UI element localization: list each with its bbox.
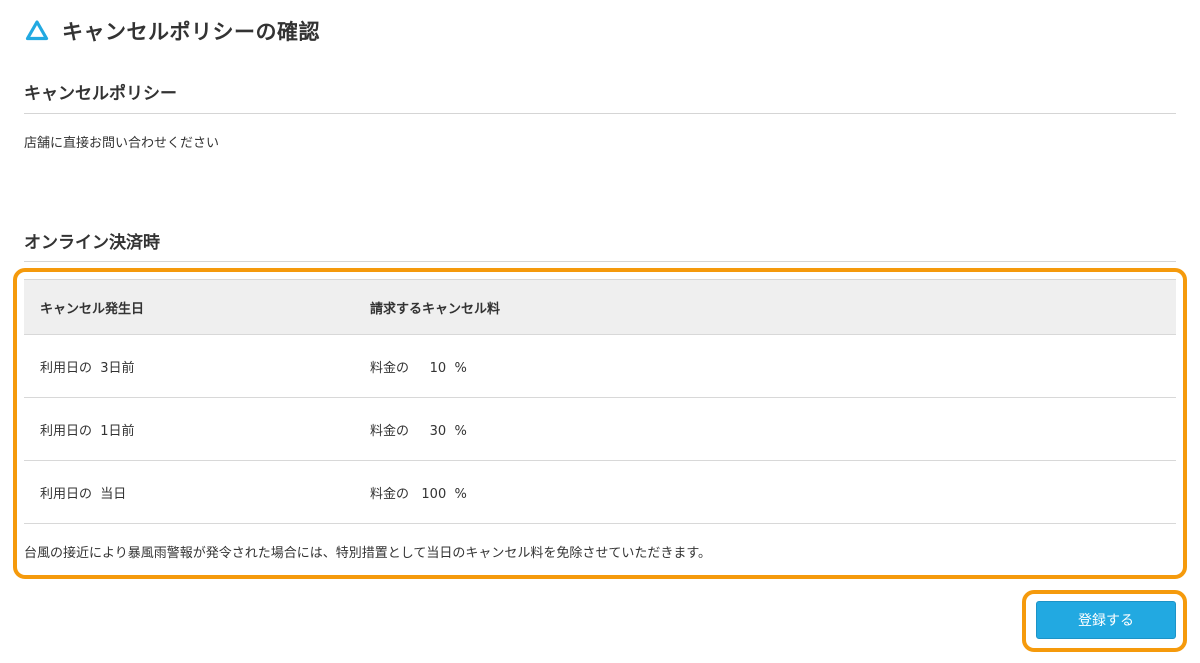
cancel-fee-cell: 料金の 10 % [354,334,1176,398]
cancel-date-cell: 利用日の 当日 [24,460,354,524]
column-header-cancel-date: キャンセル発生日 [24,279,354,335]
cancel-fee-table: キャンセル発生日 請求するキャンセル料 利用日の 3日前 料金の 10 % 利用… [24,279,1176,524]
table-row: 利用日の 3日前 料金の 10 % [24,334,1176,398]
cancel-policy-heading: キャンセルポリシー [24,84,177,104]
table-row: 利用日の 当日 料金の 100 % [24,460,1176,524]
policy-text: 店舗に直接お問い合わせください [24,136,220,151]
register-button[interactable]: 登録する [1036,601,1176,639]
cancel-fee-cell: 料金の 30 % [354,397,1176,461]
online-payment-heading: オンライン決済時 [24,233,160,253]
divider [24,261,1176,262]
page-header: キャンセルポリシーの確認 [24,14,320,48]
page-title: キャンセルポリシーの確認 [62,20,320,44]
cancel-date-cell: 利用日の 1日前 [24,397,354,461]
cancel-date-cell: 利用日の 3日前 [24,334,354,398]
divider [24,113,1176,114]
table-header-row: キャンセル発生日 請求するキャンセル料 [24,279,1176,335]
cancel-fee-cell: 料金の 100 % [354,460,1176,524]
typhoon-note: 台風の接近により暴風雨警報が発令された場合には、特別措置として当日のキャンセル料… [24,546,712,561]
column-header-cancel-fee: 請求するキャンセル料 [354,279,1176,335]
table-row: 利用日の 1日前 料金の 30 % [24,397,1176,461]
triangle-logo-icon [25,20,49,41]
